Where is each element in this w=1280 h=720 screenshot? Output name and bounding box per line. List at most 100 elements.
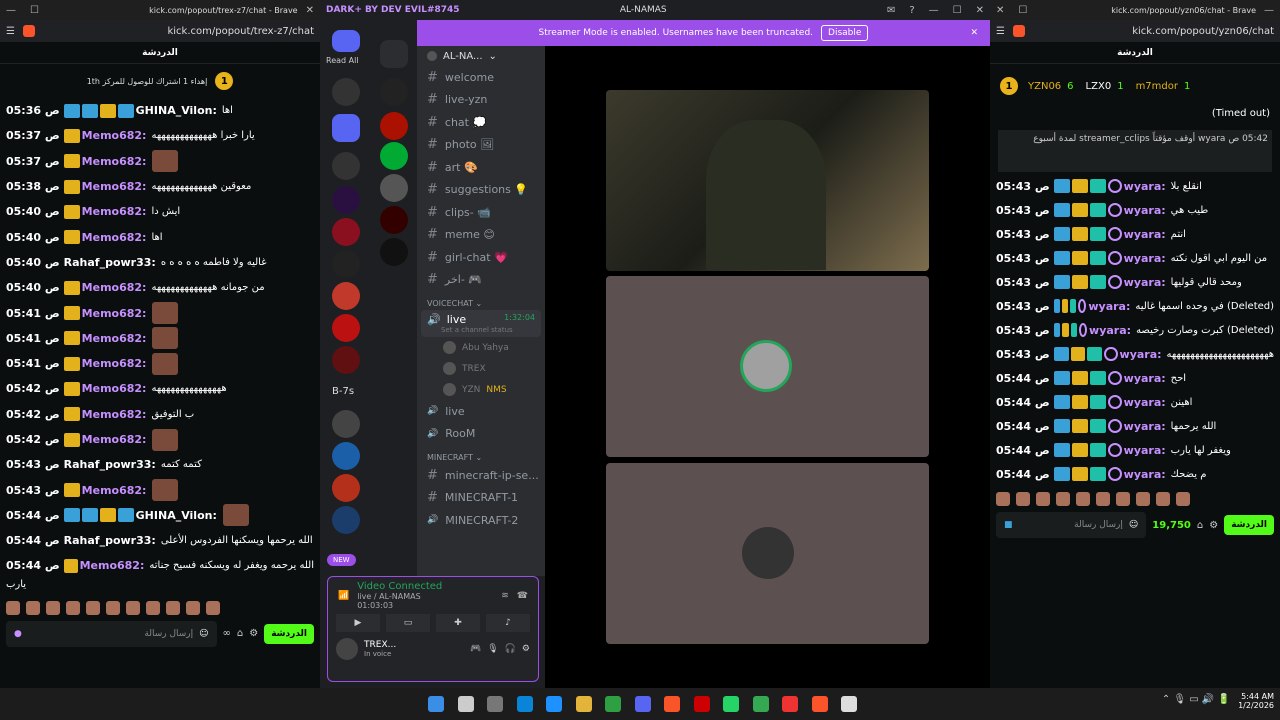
emote-icon[interactable] (166, 600, 180, 615)
username[interactable]: wyara: (1124, 468, 1166, 481)
emote-icon[interactable] (1036, 492, 1050, 506)
activities-button[interactable]: ✚ (436, 614, 480, 632)
emote-icon[interactable] (1176, 492, 1190, 506)
discord-icon[interactable] (634, 696, 651, 712)
steam-icon[interactable] (546, 696, 562, 712)
username[interactable]: Rahaf_powr33: (64, 458, 156, 471)
server-icon[interactable] (332, 474, 360, 502)
search-icon[interactable] (457, 696, 474, 712)
pinned-goal[interactable]: إهداء 1 اشتراك للوصول للمركز 1th 1 (0, 64, 320, 98)
username[interactable]: Memo682: (82, 155, 147, 168)
emote-icon[interactable] (26, 600, 40, 615)
obs-icon[interactable] (841, 696, 857, 712)
minimize-icon[interactable]: — (929, 5, 939, 16)
username[interactable]: wyara: (1124, 228, 1166, 241)
discord-home-icon[interactable] (332, 30, 360, 52)
chat-message[interactable]: 05:40 ص Memo682: اها (6, 224, 314, 249)
category-minecraft[interactable]: MINECRAFT ⌄ (417, 445, 545, 464)
username[interactable]: Memo682: (82, 332, 147, 345)
emote-icon[interactable] (46, 600, 60, 615)
voice-user[interactable]: TREX (417, 358, 545, 379)
username[interactable]: Memo682: (82, 231, 147, 244)
emote-bar[interactable] (0, 599, 320, 619)
emote-icon[interactable] (1076, 492, 1090, 506)
minecraft-channel[interactable]: # minecraft-ip-se... (417, 464, 545, 487)
address-bar[interactable]: ☰ kick.com/popout/trex-z7/chat (0, 20, 320, 42)
app-icon[interactable] (693, 696, 710, 712)
emote-icon[interactable] (186, 600, 200, 615)
server-icon[interactable] (332, 114, 360, 142)
server-icon[interactable] (332, 152, 360, 180)
minecraft-channel[interactable]: # MINECRAFT-1 (417, 487, 545, 510)
chat-message[interactable]: 05:42 ص Memo682: ب التوفيق (6, 402, 314, 427)
username[interactable]: Memo682: (82, 484, 147, 497)
chat-message[interactable]: 05:43 ص wyara: في وحده اسمها غاليه (Delete… (996, 294, 1274, 318)
mic-icon[interactable]: 🎙 (487, 644, 498, 654)
tune-icon[interactable]: ☰ (996, 26, 1005, 37)
whatsapp-icon[interactable] (723, 696, 739, 712)
clock-date[interactable]: 1/2/2026 (1238, 701, 1274, 710)
voice-tile[interactable] (606, 463, 929, 644)
chat-message[interactable]: 05:43 ص wyara: كبرت وصارت رخيصه (Deleted) (996, 318, 1274, 342)
emote-icon[interactable] (1116, 492, 1130, 506)
chat-message[interactable]: 05:40 ص Rahaf_powr33: غاليه ولا فاطمه ه ه … (6, 250, 314, 275)
tune-icon[interactable]: ☰ (6, 26, 15, 37)
username[interactable]: GHINA_Vilon: (136, 509, 217, 522)
username[interactable]: Memo682: (82, 129, 147, 142)
emote-icon[interactable] (6, 600, 20, 615)
app-icon[interactable] (782, 696, 798, 712)
brave-icon[interactable] (664, 696, 680, 712)
chat-message[interactable]: 05:44 ص wyara: الله يرحمها (996, 414, 1274, 438)
avatar[interactable] (336, 638, 358, 660)
vc-channel[interactable]: live / AL-NAMAS (357, 592, 493, 601)
chrome-icon[interactable] (752, 696, 769, 712)
disable-button[interactable]: Disable (821, 25, 869, 41)
username[interactable]: wyara: (1088, 300, 1130, 313)
maximize-icon[interactable]: ☐ (30, 5, 39, 16)
chat-message[interactable]: 05:43 ص wyara: ههههههههههههههههههههههه (996, 342, 1274, 366)
emote-bar[interactable] (990, 490, 1280, 510)
start-icon[interactable] (428, 696, 444, 712)
username[interactable]: wyara: (1124, 396, 1166, 409)
brave-icon[interactable] (22, 25, 35, 37)
server-icon[interactable] (380, 112, 408, 140)
close-banner-icon[interactable]: ✕ (970, 28, 978, 38)
server-icon[interactable] (380, 78, 408, 106)
server-icon[interactable] (332, 218, 360, 246)
username[interactable]: wyara: (1120, 348, 1162, 361)
server-icon[interactable] (380, 174, 408, 202)
xbox-icon[interactable] (605, 696, 621, 712)
infinity-icon[interactable]: ∞ (223, 628, 231, 639)
address-bar[interactable]: ☰ kick.com/popout/yzn06/chat (990, 20, 1280, 42)
chat-message[interactable]: 05:37 ص Memo682: يارا خبرا هههههههههههههه (6, 123, 314, 148)
server-icon[interactable] (332, 442, 360, 470)
gifter-entry[interactable]: m7mdor 1 (1136, 81, 1191, 92)
chat-messages[interactable]: 05:36 ص GHINA_Vilon: اها 05:37 ص Memo682: يار… (0, 98, 320, 579)
url-text[interactable]: kick.com/popout/trex-z7/chat (43, 26, 314, 37)
username[interactable]: wyara: (1124, 276, 1166, 289)
username[interactable]: Memo682: (80, 559, 145, 572)
gifter-entry[interactable]: LZX0 1 (1086, 81, 1124, 92)
chat-message[interactable]: 05:43 ص Memo682: (6, 477, 314, 502)
screenshare-button[interactable]: ▭ (386, 614, 430, 632)
store-icon[interactable]: ⌂ (1197, 520, 1203, 531)
emote-icon[interactable] (1056, 492, 1070, 506)
server-icon[interactable] (380, 206, 408, 234)
text-channel[interactable]: # girl-chat 💗 (417, 246, 545, 269)
chat-message[interactable]: 05:44 ص wyara: ويغفر لها يارب (996, 438, 1274, 462)
taskview-icon[interactable] (487, 696, 503, 712)
signal-icon[interactable]: 📶 (338, 591, 349, 601)
text-channel[interactable]: # welcome (417, 66, 545, 89)
status-hint[interactable]: Set a channel status (427, 326, 535, 334)
text-channel[interactable]: # clips- 📹 (417, 201, 545, 224)
username[interactable]: wyara: (1124, 372, 1166, 385)
gear-icon[interactable]: ⚙ (522, 644, 530, 654)
username[interactable]: wyara: (1124, 252, 1166, 265)
url-text[interactable]: kick.com/popout/yzn06/chat (1033, 26, 1274, 37)
server-b7s[interactable]: B-7s (332, 386, 354, 397)
text-channel[interactable]: # live-yzn (417, 89, 545, 112)
disconnect-icon[interactable]: ☎ (517, 591, 528, 601)
mic-icon[interactable]: ● (14, 629, 22, 639)
voice-channel-live[interactable]: 🔊 live 1:32:04 Set a channel status (421, 310, 541, 337)
voice-channel[interactable]: 🔊 live (417, 400, 545, 423)
